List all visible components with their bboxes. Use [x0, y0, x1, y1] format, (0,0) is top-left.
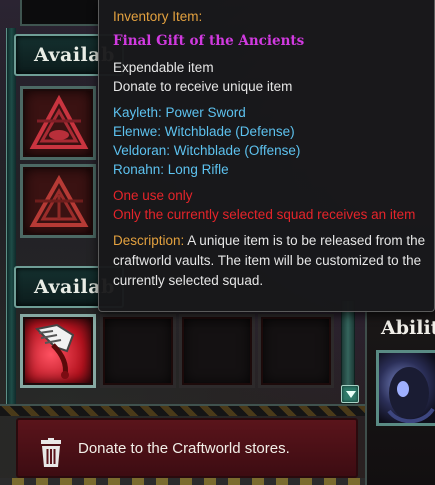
tooltip-reward-line: Ronahn: Long Rifle	[113, 162, 229, 177]
abilities-header: Abilit	[381, 317, 435, 339]
tooltip-reward-line: Veldoran: Witchblade (Offense)	[113, 143, 301, 158]
squad-portrait[interactable]	[376, 350, 435, 426]
eldar-helmet-icon	[387, 367, 435, 423]
tooltip-item-name: Final Gift of the Ancients	[113, 33, 305, 49]
left-frame-rail	[6, 28, 16, 408]
eldar-rune-icon	[29, 95, 89, 149]
donate-button[interactable]: Donate to the Craftworld stores.	[16, 418, 358, 478]
scroll-down-button[interactable]	[341, 385, 359, 403]
trash-bin-icon	[41, 438, 61, 467]
equipped-item-slot[interactable]	[20, 314, 96, 388]
tooltip-category: Inventory Item:	[113, 9, 203, 24]
inventory-slot-1[interactable]	[20, 86, 96, 160]
bottom-frame-strip	[0, 478, 365, 485]
tooltip-warning-one-use: One use only	[113, 188, 193, 203]
empty-slot-3[interactable]	[258, 314, 334, 388]
empty-slot-1[interactable]	[100, 314, 176, 388]
hazard-stripe-divider	[0, 404, 365, 416]
tooltip-reward-line: Elenwe: Witchblade (Defense)	[113, 124, 295, 139]
tooltip-item-type: Expendable item	[113, 60, 214, 75]
tooltip-reward-line: Kayleth: Power Sword	[113, 105, 246, 120]
inventory-slot-2[interactable]	[20, 164, 96, 238]
tooltip-warning-squad: Only the currently selected squad receiv…	[113, 207, 416, 222]
top-panel-fragment	[20, 0, 100, 26]
tooltip-description: Description: A unique item is to be rele…	[113, 231, 431, 291]
power-glove-icon	[34, 323, 75, 379]
tooltip-description-label: Description:	[113, 233, 185, 248]
item-tooltip: Inventory Item: Final Gift of the Ancien…	[98, 0, 435, 312]
donate-label: Donate to the Craftworld stores.	[78, 440, 290, 457]
eldar-rune-icon	[29, 174, 89, 227]
empty-slot-2[interactable]	[179, 314, 255, 388]
tooltip-item-effect: Donate to receive unique item	[113, 79, 293, 94]
chevron-down-icon	[346, 391, 356, 398]
